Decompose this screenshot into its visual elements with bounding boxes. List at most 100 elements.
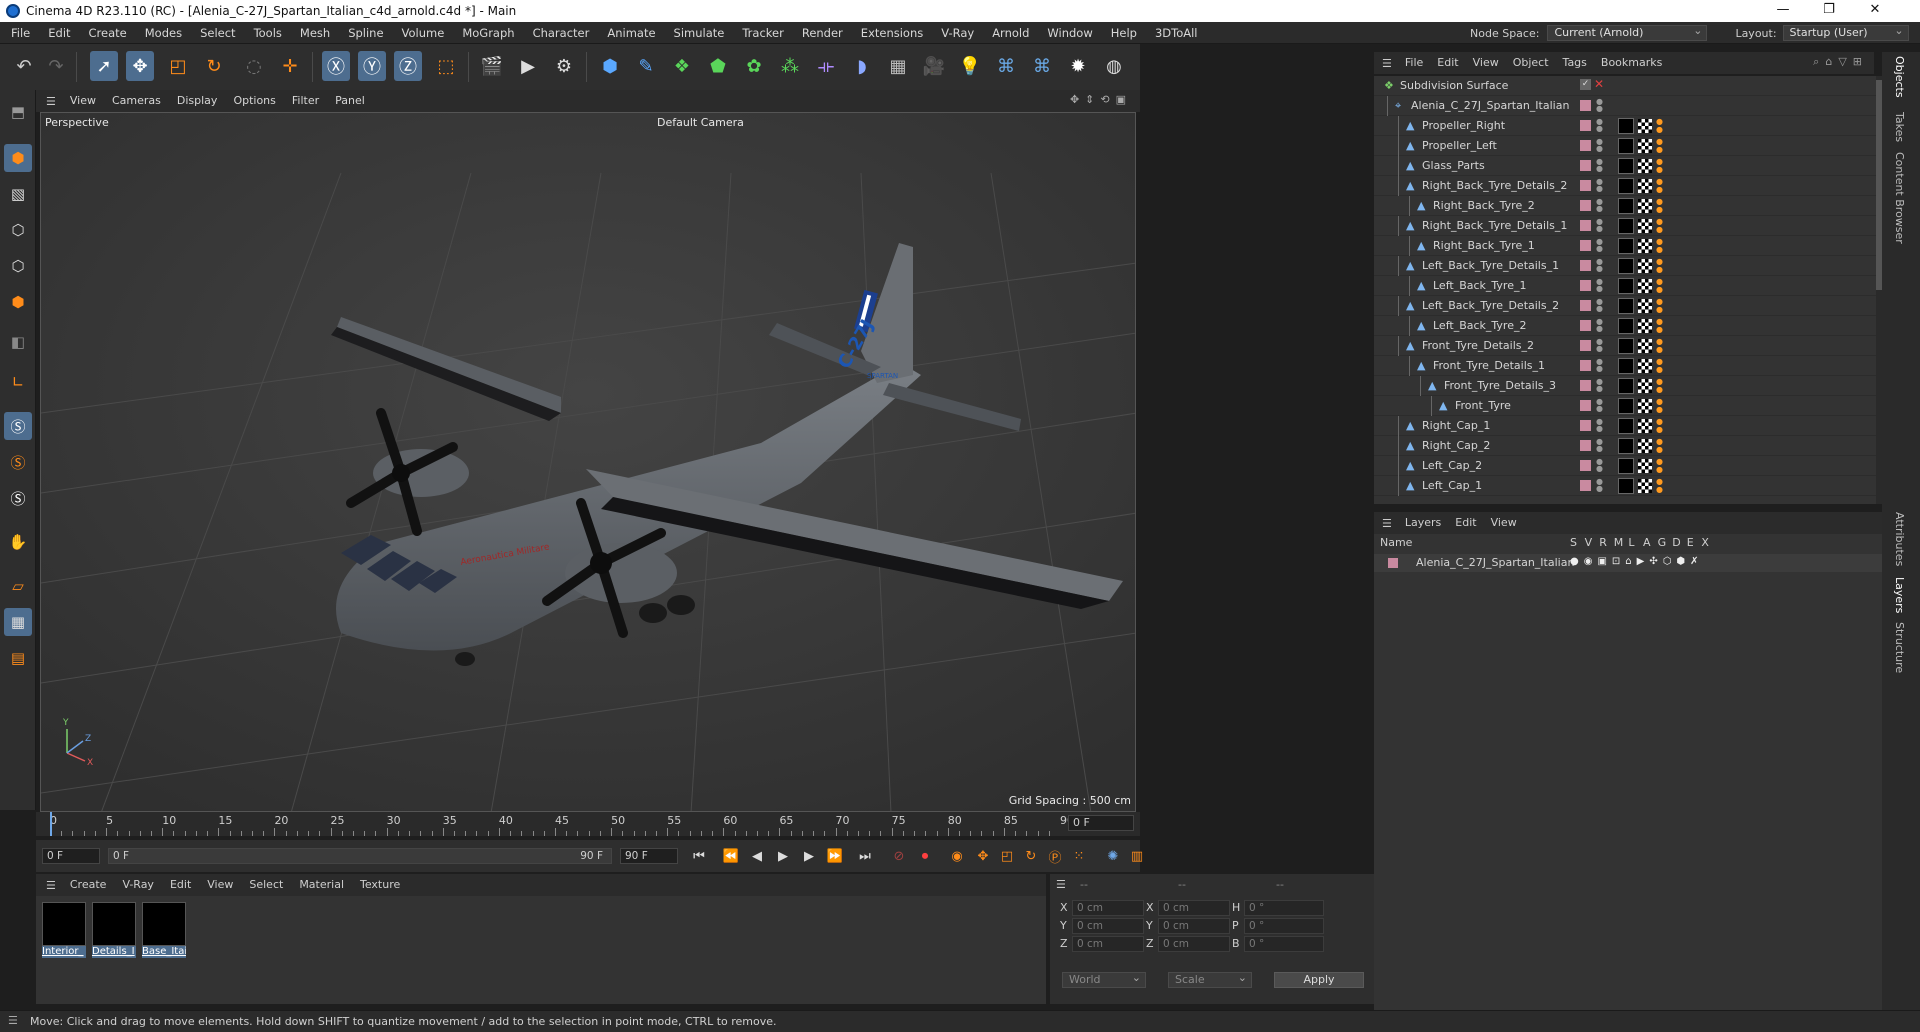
x-axis-lock-icon[interactable]: Ⓧ xyxy=(322,51,350,81)
object-name[interactable]: Left_Back_Tyre_Details_2 xyxy=(1422,299,1559,312)
coord-position-field[interactable]: 0 cm xyxy=(1072,900,1144,916)
floor-scene-icon[interactable]: ▦ xyxy=(884,51,912,81)
viewport-menu-cameras[interactable]: Cameras xyxy=(104,90,169,112)
phong-tag-icon[interactable]: ● ● xyxy=(1656,398,1663,414)
phong-tag-icon[interactable]: ● ● xyxy=(1656,258,1663,274)
visibility-dots-icon[interactable]: ● ● xyxy=(1596,98,1603,113)
material-tag-icon[interactable] xyxy=(1618,118,1634,134)
apply-button[interactable]: Apply xyxy=(1274,972,1364,988)
3d-viewport[interactable]: C-27J SPARTAN Aeronautica Militare Y X Z… xyxy=(40,112,1136,812)
mograph-icon[interactable]: ⁂ xyxy=(776,51,804,81)
layer-color-tag[interactable] xyxy=(1580,200,1591,211)
workplane-snap-icon[interactable]: Ⓢ xyxy=(4,484,32,512)
material-tag-icon[interactable] xyxy=(1618,438,1634,454)
menu-character[interactable]: Character xyxy=(524,22,599,44)
key-pla-icon[interactable]: ⁙ xyxy=(1068,845,1090,867)
layer-color-tag[interactable] xyxy=(1580,260,1591,271)
texture-tag-icon[interactable] xyxy=(1638,339,1652,353)
visibility-dots-icon[interactable]: ● ● xyxy=(1596,438,1603,453)
uv-mode-icon[interactable]: ◧ xyxy=(4,328,32,356)
texture-tag-icon[interactable] xyxy=(1638,399,1652,413)
viewport-menu-icon[interactable]: ☰ xyxy=(46,95,56,108)
menu-simulate[interactable]: Simulate xyxy=(665,22,734,44)
tab-layers[interactable]: Layers xyxy=(1893,577,1906,613)
layer-color-tag[interactable] xyxy=(1580,280,1591,291)
axis-mode-icon[interactable]: ∟ xyxy=(4,368,32,396)
layer-toggle-icons[interactable]: ●◉▣⊡⌂▶✣⬡⬢✗ xyxy=(1570,556,1704,567)
layout-dropdown[interactable]: Startup (User) xyxy=(1782,24,1909,41)
maximize-button[interactable]: ❐ xyxy=(1806,2,1852,20)
material-tag-icon[interactable] xyxy=(1618,378,1634,394)
object-menu-file[interactable]: File xyxy=(1398,52,1430,74)
object-tree-row[interactable]: ▲ Right_Back_Tyre_Details_1 ● ● ● ● xyxy=(1374,216,1882,236)
layer-name[interactable]: Alenia_C_27J_Spartan_Italian xyxy=(1416,556,1574,569)
coord-size-field[interactable]: 0 cm xyxy=(1158,936,1230,952)
visibility-dots-icon[interactable]: ● ● xyxy=(1596,318,1603,333)
texture-mode-icon[interactable]: ▧ xyxy=(4,180,32,208)
snap-settings-icon[interactable]: Ⓢ xyxy=(4,448,32,476)
visibility-dots-icon[interactable]: ● ● xyxy=(1596,398,1603,413)
coord-position-field[interactable]: 0 cm xyxy=(1072,918,1144,934)
material-tag-icon[interactable] xyxy=(1618,418,1634,434)
menu-spline[interactable]: Spline xyxy=(339,22,392,44)
phong-tag-icon[interactable]: ● ● xyxy=(1656,318,1663,334)
phong-tag-icon[interactable]: ● ● xyxy=(1656,338,1663,354)
phong-tag-icon[interactable]: ● ● xyxy=(1656,438,1663,454)
object-tree-row[interactable]: ▲ Front_Tyre ● ● ● ● xyxy=(1374,396,1882,416)
deformer-icon[interactable]: ⟛ xyxy=(812,51,840,81)
texture-tag-icon[interactable] xyxy=(1638,299,1652,313)
coord-position-field[interactable]: 0 cm xyxy=(1072,936,1144,952)
object-name[interactable]: Front_Tyre_Details_3 xyxy=(1444,379,1556,392)
visibility-dots-icon[interactable]: ● ● xyxy=(1596,138,1603,153)
object-name[interactable]: Left_Cap_2 xyxy=(1422,459,1482,472)
autokey-icon[interactable]: ⏺ xyxy=(914,845,936,867)
phong-tag-icon[interactable]: ● ● xyxy=(1656,198,1663,214)
coord-size-field[interactable]: 0 cm xyxy=(1158,900,1230,916)
object-name[interactable]: Right_Back_Tyre_Details_1 xyxy=(1422,219,1567,232)
globe-icon[interactable]: ◍ xyxy=(1100,51,1128,81)
menu-vray[interactable]: V-Ray xyxy=(932,22,983,44)
texture-tag-icon[interactable] xyxy=(1638,359,1652,373)
phong-tag-icon[interactable]: ● ● xyxy=(1656,158,1663,174)
object-search-filter-icons[interactable]: ⌕⌂▽⊞ xyxy=(1813,55,1868,69)
redo-icon[interactable]: ↷ xyxy=(42,51,70,81)
phong-tag-icon[interactable]: ● ● xyxy=(1656,298,1663,314)
visibility-dots-icon[interactable]: ● ● xyxy=(1596,238,1603,253)
menu-window[interactable]: Window xyxy=(1038,22,1101,44)
next-frame-icon[interactable]: ▶ xyxy=(798,845,820,867)
material-tag-icon[interactable] xyxy=(1618,258,1634,274)
previous-frame-icon[interactable]: ◀ xyxy=(746,845,768,867)
layer-menu-icon[interactable]: ☰ xyxy=(1382,517,1392,530)
layer-color-tag[interactable] xyxy=(1580,160,1591,171)
status-menu-icon[interactable]: ☰ xyxy=(8,1014,18,1027)
object-tree-row[interactable]: ▲ Left_Cap_1 ● ● ● ● xyxy=(1374,476,1882,496)
phong-tag-icon[interactable]: ● ● xyxy=(1656,278,1663,294)
playhead[interactable] xyxy=(50,812,52,836)
menu-mesh[interactable]: Mesh xyxy=(291,22,339,44)
edges-mode-icon[interactable]: ⬡ xyxy=(4,252,32,280)
y-axis-lock-icon[interactable]: Ⓨ xyxy=(358,51,386,81)
object-name[interactable]: Left_Back_Tyre_Details_1 xyxy=(1422,259,1559,272)
object-tree-row[interactable]: ▲ Left_Back_Tyre_1 ● ● ● ● xyxy=(1374,276,1882,296)
object-tree-row[interactable]: ⌖ Alenia_C_27J_Spartan_Italian ● ● xyxy=(1374,96,1882,116)
go-to-end-icon[interactable]: ⏭ xyxy=(854,845,876,867)
camera-name-label[interactable]: Default Camera xyxy=(657,116,744,129)
object-tree-row[interactable]: ▲ Right_Back_Tyre_2 ● ● ● ● xyxy=(1374,196,1882,216)
material-menu-select[interactable]: Select xyxy=(241,874,291,896)
field-icon[interactable]: ◗ xyxy=(848,51,876,81)
texture-tag-icon[interactable] xyxy=(1638,279,1652,293)
material-tag-icon[interactable] xyxy=(1618,478,1634,494)
disable-generator-icon[interactable]: ✕ xyxy=(1594,77,1604,91)
key-rotation-icon[interactable]: ↻ xyxy=(1020,845,1042,867)
visibility-dots-icon[interactable]: ● ● xyxy=(1596,158,1603,173)
cube-primitive-icon[interactable]: ⬢ xyxy=(596,51,624,81)
visibility-dots-icon[interactable]: ● ● xyxy=(1596,118,1603,133)
layer-color-tag[interactable] xyxy=(1580,400,1591,411)
material-swatch[interactable]: Base_Itai xyxy=(142,902,186,958)
material-tag-icon[interactable] xyxy=(1618,338,1634,354)
layer-color-tag[interactable] xyxy=(1580,220,1591,231)
layer-color-tag[interactable] xyxy=(1580,120,1591,131)
rotate-tool-icon[interactable]: ↻ xyxy=(200,51,228,81)
layer-color-tag[interactable] xyxy=(1580,140,1591,151)
object-name[interactable]: Left_Back_Tyre_1 xyxy=(1433,279,1526,292)
